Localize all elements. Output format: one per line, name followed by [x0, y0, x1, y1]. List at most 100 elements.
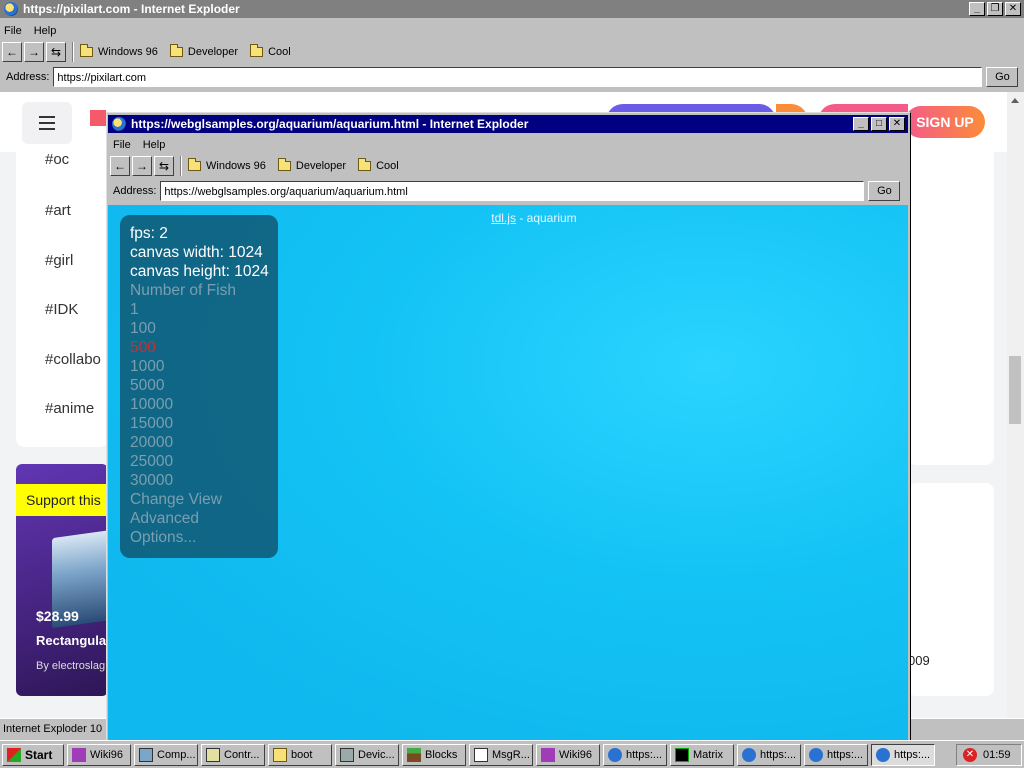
aquarium-hud: fps: 2 canvas width: 1024 canvas height:…: [120, 215, 278, 558]
hamburger-menu-button[interactable]: [22, 102, 72, 144]
favorite-cool[interactable]: Cool: [358, 158, 399, 172]
tag-link[interactable]: #anime: [45, 400, 94, 417]
fish-option-5000[interactable]: 5000: [130, 376, 268, 395]
favorite-windows96[interactable]: Windows 96: [188, 158, 266, 172]
book-icon: [541, 747, 555, 762]
product-author[interactable]: By electroslag: [36, 660, 105, 672]
favorite-windows96[interactable]: Windows 96: [80, 44, 158, 58]
outer-go-button[interactable]: Go: [986, 67, 1019, 87]
forward-button[interactable]: →: [132, 156, 152, 176]
aquarium-canvas[interactable]: tdl.js - aquarium fps: 2 canvas width: 1…: [108, 205, 908, 742]
taskbar-item-matrix[interactable]: Matrix: [670, 743, 734, 766]
inner-go-button[interactable]: Go: [868, 181, 901, 201]
back-button[interactable]: ←: [110, 156, 130, 176]
tag-link[interactable]: #IDK: [45, 301, 78, 318]
outer-menubar: File Help: [0, 22, 56, 40]
fish-option-100[interactable]: 100: [130, 319, 268, 338]
device-icon: [340, 747, 354, 762]
grass-block-icon: [407, 747, 421, 762]
signup-button[interactable]: SIGN UP: [905, 106, 985, 138]
ie-globe-icon: [608, 747, 622, 762]
taskbar-item-https-active[interactable]: https:...: [871, 743, 935, 766]
taskbar-item-wiki96[interactable]: Wiki96: [67, 743, 131, 766]
minimize-button[interactable]: _: [853, 117, 869, 131]
taskbar: Start Wiki96 Comp... Contr... boot Devic…: [0, 740, 1024, 768]
taskbar-item-https[interactable]: https:...: [737, 743, 801, 766]
forward-button[interactable]: →: [24, 42, 44, 62]
start-button[interactable]: Start: [2, 743, 64, 766]
fish-option-20000[interactable]: 20000: [130, 433, 268, 452]
control-panel-icon: [206, 747, 220, 762]
support-banner[interactable]: Support this: [16, 484, 108, 516]
fish-option-1[interactable]: 1: [130, 300, 268, 319]
fish-option-30000[interactable]: 30000: [130, 471, 268, 490]
scroll-up-icon[interactable]: [1011, 98, 1019, 103]
fish-option-10000[interactable]: 10000: [130, 395, 268, 414]
tag-card: #oc #art #girl #IDK #collabo #anime: [16, 151, 108, 447]
product-name[interactable]: Rectangula: [36, 633, 106, 648]
tag-link[interactable]: #girl: [45, 252, 73, 269]
menu-file[interactable]: File: [113, 139, 131, 151]
product-price: $28.99: [36, 608, 79, 624]
minimize-button[interactable]: _: [969, 2, 985, 16]
options-option[interactable]: Options...: [130, 528, 268, 547]
taskbar-item-control[interactable]: Contr...: [201, 743, 265, 766]
inner-titlebar[interactable]: https://webglsamples.org/aquarium/aquari…: [108, 115, 908, 133]
aquarium-window: https://webglsamples.org/aquarium/aquari…: [106, 112, 911, 742]
change-view-option[interactable]: Change View: [130, 490, 268, 509]
folder-icon: [358, 158, 372, 171]
close-button[interactable]: ✕: [889, 117, 905, 131]
taskbar-item-wiki96[interactable]: Wiki96: [536, 743, 600, 766]
promo-card[interactable]: Support this $28.99 Rectangula By electr…: [16, 464, 108, 696]
maximize-button[interactable]: □: [871, 117, 887, 131]
restore-button[interactable]: ❐: [987, 2, 1003, 16]
taskbar-item-https[interactable]: https:...: [603, 743, 667, 766]
toolbar-separator: [180, 156, 182, 176]
ie-globe-icon: [742, 747, 756, 762]
inner-window-title: https://webglsamples.org/aquarium/aquari…: [131, 117, 529, 131]
right-card: [908, 152, 994, 465]
outer-address-input[interactable]: https://pixilart.com: [53, 67, 983, 87]
tdl-link[interactable]: tdl.js: [491, 211, 516, 225]
error-icon[interactable]: ✕: [963, 748, 977, 762]
fish-option-25000[interactable]: 25000: [130, 452, 268, 471]
folder-icon: [273, 747, 287, 762]
tag-link[interactable]: #collabo: [45, 351, 101, 368]
scrollbar-thumb[interactable]: [1009, 356, 1021, 424]
page-scrollbar[interactable]: [1007, 92, 1024, 718]
close-button[interactable]: ✕: [1005, 2, 1021, 16]
taskbar-item-boot[interactable]: boot: [268, 743, 332, 766]
favorite-developer[interactable]: Developer: [169, 44, 238, 58]
taskbar-item-msgr[interactable]: MsgR...: [469, 743, 533, 766]
fish-option-15000[interactable]: 15000: [130, 414, 268, 433]
menu-help[interactable]: Help: [143, 139, 166, 151]
right-card: 009: [908, 483, 994, 696]
inner-address-input[interactable]: https://webglsamples.org/aquarium/aquari…: [160, 181, 865, 201]
tag-link[interactable]: #art: [45, 202, 71, 219]
menu-file[interactable]: File: [4, 25, 22, 37]
advanced-option[interactable]: Advanced: [130, 509, 268, 528]
back-button[interactable]: ←: [2, 42, 22, 62]
folder-icon: [250, 44, 264, 57]
folder-icon: [277, 158, 291, 171]
menu-help[interactable]: Help: [34, 25, 57, 37]
fish-option-1000[interactable]: 1000: [130, 357, 268, 376]
taskbar-item-computer[interactable]: Comp...: [134, 743, 198, 766]
ie-globe-icon: [4, 2, 18, 16]
computer-icon: [139, 747, 153, 762]
refresh-button[interactable]: ⇆: [46, 42, 66, 62]
outer-titlebar[interactable]: https://pixilart.com - Internet Exploder…: [0, 0, 1024, 18]
favorite-cool[interactable]: Cool: [250, 44, 291, 58]
pixilart-logo-icon[interactable]: [90, 110, 106, 126]
tag-link[interactable]: #oc: [45, 151, 69, 168]
taskbar-item-blocks[interactable]: Blocks: [402, 743, 466, 766]
clock[interactable]: 01:59: [983, 749, 1011, 761]
message-icon: [474, 747, 488, 762]
taskbar-item-devices[interactable]: Devic...: [335, 743, 399, 766]
favorite-developer[interactable]: Developer: [277, 158, 346, 172]
toolbar-separator: [72, 42, 74, 62]
refresh-button[interactable]: ⇆: [154, 156, 174, 176]
fish-option-500[interactable]: 500: [130, 338, 268, 357]
address-label: Address:: [113, 185, 157, 197]
taskbar-item-https[interactable]: https:...: [804, 743, 868, 766]
